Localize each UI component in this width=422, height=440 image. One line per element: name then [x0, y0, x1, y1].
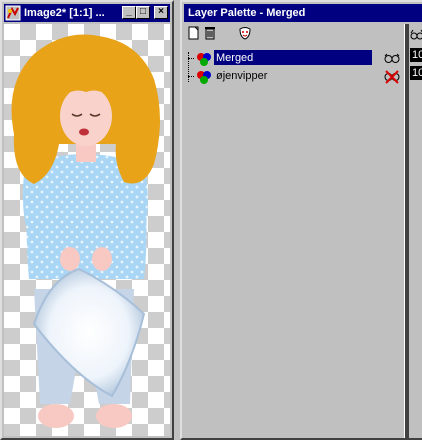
- layer-color-icon: [197, 71, 211, 84]
- image-canvas[interactable]: [4, 24, 170, 436]
- layer-palette-window: Layer Palette - Merged Merged øjenvipper: [180, 0, 422, 440]
- image-window-title: Image2* [1:1] ...: [24, 7, 105, 19]
- doll-illustration: [11, 34, 160, 428]
- glasses-icon[interactable]: [384, 50, 400, 66]
- image-window: Image2* [1:1] ... _ □ ×: [0, 0, 174, 440]
- layer-name[interactable]: Merged: [214, 50, 372, 65]
- new-layer-icon[interactable]: [188, 26, 200, 44]
- layer-row-ojenvipper[interactable]: øjenvipper: [194, 68, 400, 84]
- layer-palette-title: Layer Palette - Merged: [188, 7, 306, 19]
- panel-divider[interactable]: [404, 24, 409, 438]
- image-window-titlebar[interactable]: Image2* [1:1] ... _ □ ×: [4, 4, 170, 22]
- layer-color-icon: [197, 53, 211, 66]
- close-button[interactable]: ×: [154, 6, 168, 19]
- image-app-icon[interactable]: [5, 5, 21, 21]
- layer-tree-line: [188, 52, 189, 82]
- maximize-button[interactable]: □: [136, 6, 150, 19]
- hidden-glasses-icon[interactable]: [384, 68, 400, 84]
- opacity-icon: [410, 29, 422, 40]
- opacity-field[interactable]: 10: [410, 66, 422, 80]
- layer-name[interactable]: øjenvipper: [214, 68, 269, 83]
- layer-row-merged[interactable]: Merged: [194, 50, 400, 66]
- minimize-button[interactable]: _: [122, 6, 136, 19]
- mask-icon[interactable]: [238, 26, 252, 44]
- opacity-field[interactable]: 10: [410, 48, 422, 62]
- layer-palette-titlebar[interactable]: Layer Palette - Merged: [184, 4, 422, 22]
- delete-layer-icon[interactable]: [204, 26, 216, 44]
